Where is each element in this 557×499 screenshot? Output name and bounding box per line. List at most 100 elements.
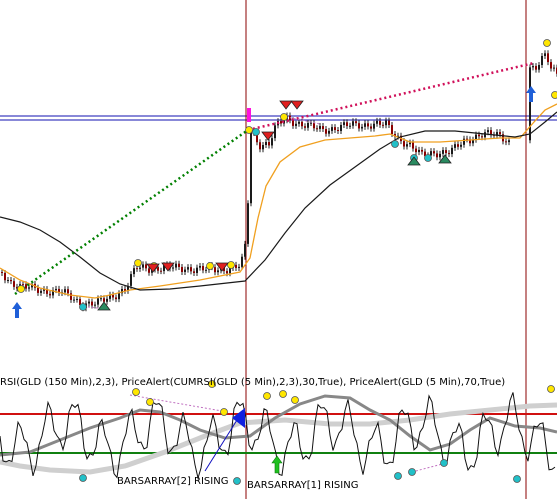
- price-bar: [415, 148, 417, 153]
- price-bar: [457, 144, 459, 147]
- price-bar: [199, 266, 201, 268]
- price-bar: [301, 121, 303, 127]
- sell-triangle: [97, 301, 111, 311]
- buy-arrow: [526, 86, 536, 102]
- price-bar: [226, 271, 228, 274]
- marker-cyan: [394, 472, 402, 480]
- price-bar: [337, 130, 339, 132]
- price-bar: [187, 267, 189, 270]
- price-bar: [292, 120, 294, 126]
- price-bar: [280, 121, 282, 124]
- price-bar: [376, 120, 378, 124]
- price-bar: [139, 267, 141, 269]
- price-bar: [364, 123, 366, 127]
- price-bar: [118, 293, 120, 300]
- price-bar: [202, 266, 204, 271]
- price-bar: [55, 288, 57, 291]
- marker-cyan: [79, 303, 87, 311]
- price-bar: [91, 301, 93, 306]
- marker-cyan: [408, 468, 416, 476]
- price-bar: [331, 127, 333, 131]
- price-bar: [172, 267, 174, 269]
- price-bar: [115, 297, 117, 300]
- price-bar: [238, 266, 240, 268]
- price-bar: [409, 142, 411, 145]
- price-bar: [73, 299, 75, 301]
- price-bar: [94, 304, 96, 306]
- price-bar: [406, 144, 408, 147]
- price-bar: [304, 126, 306, 128]
- price-bar: [160, 270, 162, 272]
- price-bar: [37, 287, 39, 293]
- price-bar: [442, 150, 444, 154]
- price-bar: [430, 151, 432, 156]
- price-bar: [499, 132, 501, 135]
- price-bar: [328, 130, 330, 134]
- price-bar: [103, 298, 105, 302]
- price-bar: [439, 153, 441, 158]
- price-bar: [136, 268, 138, 270]
- price-bar: [181, 266, 183, 272]
- marker-yellow: [17, 285, 25, 293]
- price-bar: [421, 149, 423, 152]
- buy-arrow-green: [271, 455, 283, 474]
- marker-yellow: [227, 261, 235, 269]
- price-panel: [0, 0, 557, 499]
- marker-yellow: [279, 390, 287, 398]
- price-bar: [196, 267, 198, 273]
- price-bar: [49, 293, 51, 296]
- price-bar: [40, 290, 42, 293]
- price-bar: [22, 284, 24, 286]
- price-bar: [529, 67, 531, 141]
- price-bar: [418, 149, 420, 153]
- price-bar: [460, 144, 462, 147]
- marker-yellow: [543, 39, 551, 47]
- marker-yellow: [280, 113, 288, 121]
- chart-stage: RSI(GLD (150 Min),2,3), PriceAlert(CUMRS…: [0, 0, 557, 499]
- price-bar: [451, 147, 453, 155]
- trend-link-left: [14, 128, 249, 296]
- price-bar: [508, 140, 510, 143]
- marker-cyan: [252, 128, 260, 136]
- price-bar: [436, 153, 438, 158]
- price-bar: [97, 298, 99, 305]
- price-bar: [1, 272, 3, 273]
- price-bar: [322, 126, 324, 130]
- price-bar: [358, 123, 360, 129]
- price-bar: [7, 280, 9, 282]
- price-bar: [88, 301, 90, 304]
- marker-cyan: [233, 477, 241, 485]
- price-bar: [349, 125, 351, 127]
- price-bar: [448, 153, 450, 155]
- price-bar: [487, 130, 489, 133]
- marker-cyan: [513, 475, 521, 483]
- price-bar: [310, 122, 312, 124]
- price-bar: [298, 121, 300, 124]
- price-bar: [343, 122, 345, 125]
- marker-cyan: [440, 459, 448, 467]
- marker-link: [129, 394, 223, 412]
- price-bar: [313, 122, 315, 129]
- price-bar: [367, 123, 369, 127]
- marker-yellow: [291, 396, 299, 404]
- price-bar: [217, 270, 219, 273]
- marker-yellow: [551, 91, 557, 99]
- price-bar: [112, 294, 114, 298]
- buy-arrow: [12, 302, 22, 318]
- price-bar: [247, 203, 249, 244]
- price-bar: [370, 126, 372, 129]
- price-bar: [535, 66, 537, 70]
- price-bar: [148, 268, 150, 273]
- price-bar: [244, 243, 246, 257]
- price-bar: [550, 62, 552, 69]
- price-bar: [28, 287, 30, 289]
- marker-cyan: [79, 474, 87, 482]
- price-bar: [295, 123, 297, 126]
- price-bar: [445, 150, 447, 154]
- marker-yellow: [132, 388, 140, 396]
- marker-yellow: [245, 126, 253, 134]
- price-bar: [388, 120, 390, 126]
- price-bar: [325, 129, 327, 134]
- price-bar: [106, 298, 108, 302]
- price-bar: [505, 141, 507, 143]
